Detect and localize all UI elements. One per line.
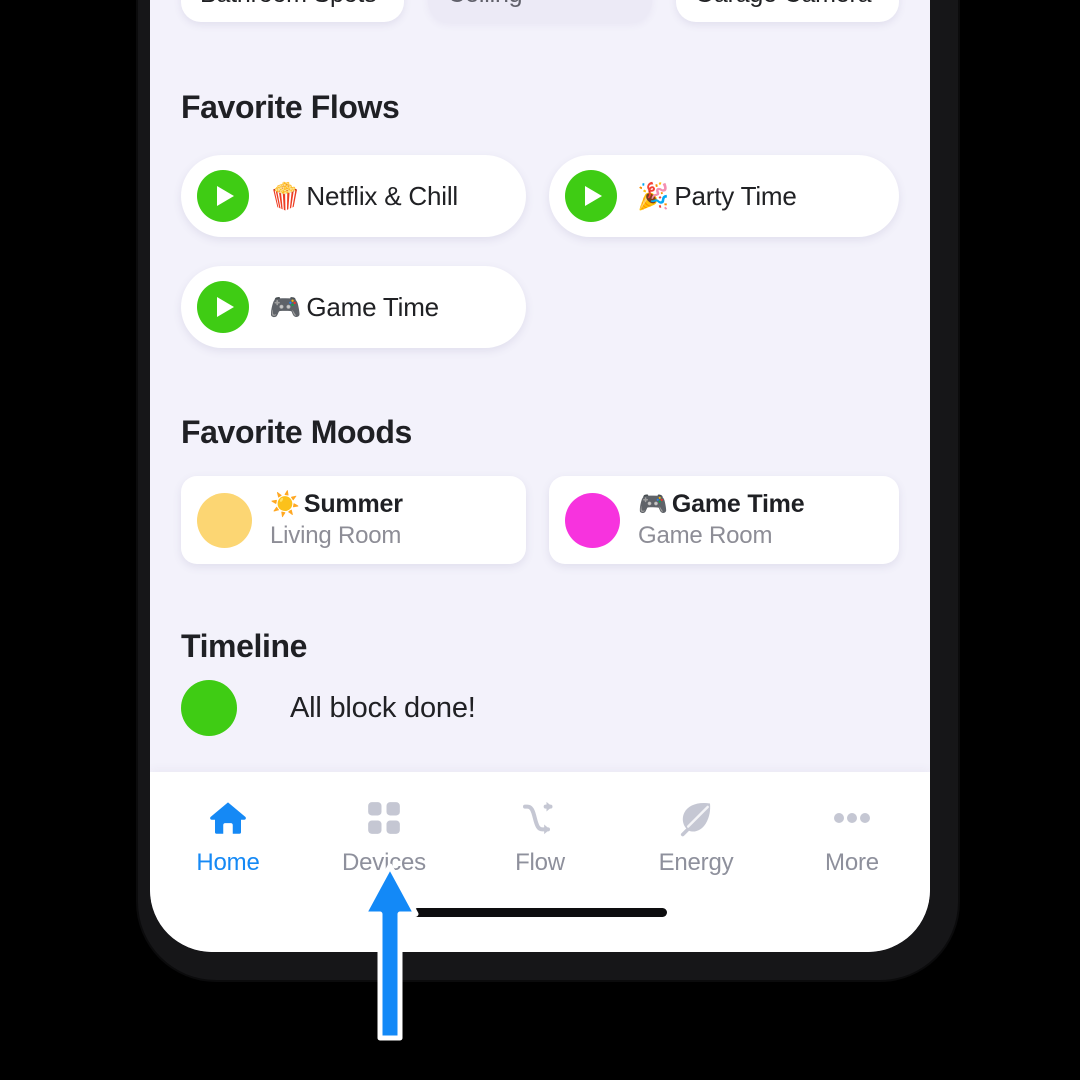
flow-card-party-time[interactable]: 🎉 Party Time (549, 155, 899, 237)
shuffle-arrows-icon (518, 796, 562, 840)
play-icon[interactable] (197, 281, 249, 333)
flow-label: Game Time (306, 291, 439, 322)
nav-label: Flow (515, 849, 565, 876)
nav-item-flow[interactable]: Flow (462, 796, 618, 877)
mood-room: Living Room (270, 522, 402, 549)
mood-text: ☀️ Summer Living Room (270, 490, 403, 550)
ellipsis-icon (830, 796, 874, 840)
mood-card-summer[interactable]: ☀️ Summer Living Room (181, 476, 526, 564)
grid-icon (364, 796, 404, 840)
mood-card-game-time[interactable]: 🎮 Game Time Game Room (549, 476, 899, 564)
device-cards-strip: Bathroom Spots Ceiling Garage Camera (150, 0, 930, 22)
mood-text: 🎮 Game Time Game Room (638, 490, 805, 550)
timeline-entry[interactable]: All block done! (181, 680, 476, 736)
video-game-icon: 🎮 (638, 490, 668, 518)
mood-room: Game Room (638, 522, 773, 549)
device-card-label: Bathroom Spots (200, 0, 377, 9)
mood-color-swatch (197, 492, 252, 548)
party-popper-icon: 🎉 (637, 181, 670, 211)
device-card-label: Ceiling (447, 0, 522, 9)
nav-item-home[interactable]: Home (150, 796, 306, 877)
nav-item-devices[interactable]: Devices (306, 796, 462, 877)
flow-card-netflix-and-chill[interactable]: 🍿 Netflix & Chill (181, 155, 526, 237)
app-content: Bathroom Spots Ceiling Garage Camera Fav… (150, 0, 930, 772)
play-icon[interactable] (197, 170, 249, 222)
home-indicator (413, 908, 667, 917)
video-game-icon: 🎮 (269, 292, 302, 322)
favorite-moods-heading: Favorite Moods (181, 414, 412, 450)
timeline-heading: Timeline (181, 628, 308, 664)
nav-label: Energy (658, 849, 734, 876)
nav-label: More (825, 849, 879, 876)
device-card-bathroom-spots[interactable]: Bathroom Spots (181, 0, 405, 22)
flow-label: Netflix & Chill (306, 180, 458, 211)
play-icon[interactable] (565, 170, 617, 222)
mood-name: Summer (303, 490, 403, 518)
nav-label: Devices (342, 849, 426, 876)
flow-label: Party Time (674, 180, 797, 211)
popcorn-icon: 🍿 (269, 181, 302, 211)
device-card-label: Garage Camera (695, 0, 872, 9)
device-card-ceiling[interactable]: Ceiling (428, 0, 652, 22)
nav-item-more[interactable]: More (774, 796, 930, 877)
leaf-icon (676, 796, 716, 840)
timeline-entry-text: All block done! (290, 691, 476, 724)
bottom-navigation-bar: Home Devices Flow Energy More (150, 772, 930, 952)
nav-label: Home (196, 849, 260, 876)
home-icon (206, 796, 250, 840)
phone-screen: Bathroom Spots Ceiling Garage Camera Fav… (150, 0, 930, 952)
mood-name: Game Time (671, 490, 805, 518)
timeline-status-dot (181, 680, 237, 736)
favorite-flows-heading: Favorite Flows (181, 89, 400, 125)
flow-card-game-time[interactable]: 🎮 Game Time (181, 266, 526, 348)
device-card-garage-camera[interactable]: Garage Camera (675, 0, 899, 22)
sun-icon: ☀️ (270, 490, 300, 518)
nav-item-energy[interactable]: Energy (618, 796, 774, 877)
mood-color-swatch (565, 492, 620, 548)
